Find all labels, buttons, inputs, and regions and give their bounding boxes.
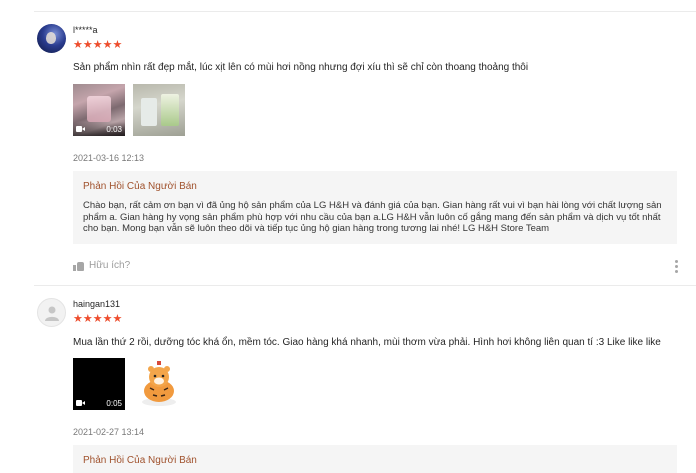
more-options-icon[interactable]	[675, 260, 679, 273]
video-thumbnail[interactable]: 0:03	[73, 84, 125, 136]
video-duration: 0:03	[106, 124, 122, 134]
star-rating: ★★★★★	[73, 313, 122, 324]
review-divider	[34, 285, 696, 286]
video-duration: 0:05	[106, 398, 122, 408]
review-username[interactable]: haingan131	[73, 299, 120, 309]
review-media: 0:05	[73, 358, 185, 410]
review-date: 2021-02-27 13:14	[73, 427, 145, 437]
seller-reply: Phản Hồi Của Người Bán	[73, 445, 677, 473]
top-divider	[34, 11, 696, 12]
video-thumbnail[interactable]: 0:05	[73, 358, 125, 410]
image-thumbnail[interactable]	[133, 358, 185, 410]
star-icon: ★★★★★	[73, 312, 123, 325]
avatar[interactable]	[37, 298, 66, 327]
seller-reply-title: Phản Hồi Của Người Bán	[83, 455, 197, 466]
review-comment: Sản phẩm nhìn rất đẹp mắt, lúc xịt lên c…	[73, 62, 529, 73]
review-media: 0:03	[73, 84, 185, 136]
review-comment: Mua lần thứ 2 rồi, dưỡng tóc khá ổn, mềm…	[73, 337, 661, 348]
star-icon: ★★★★★	[73, 38, 123, 51]
review-date: 2021-03-16 12:13	[73, 153, 145, 163]
thumbs-up-icon	[73, 261, 84, 271]
star-rating: ★★★★★	[73, 39, 122, 50]
tiger-sticker-icon	[142, 361, 176, 406]
helpful-button[interactable]: Hữu ích?	[73, 260, 130, 271]
helpful-label: Hữu ích?	[89, 260, 131, 271]
video-camera-icon	[76, 126, 85, 132]
image-thumbnail[interactable]	[133, 84, 185, 136]
video-camera-icon	[76, 400, 85, 406]
seller-reply-title: Phản Hồi Của Người Bán	[83, 181, 197, 192]
review-username[interactable]: l*****a	[73, 25, 98, 35]
default-user-icon	[45, 306, 59, 321]
seller-reply: Phản Hồi Của Người Bán Chào bạn, rất cảm…	[73, 171, 677, 244]
avatar[interactable]	[37, 24, 66, 53]
seller-reply-text: Chào bạn, rất cảm ơn bạn vì đã ủng hộ sả…	[83, 200, 662, 234]
